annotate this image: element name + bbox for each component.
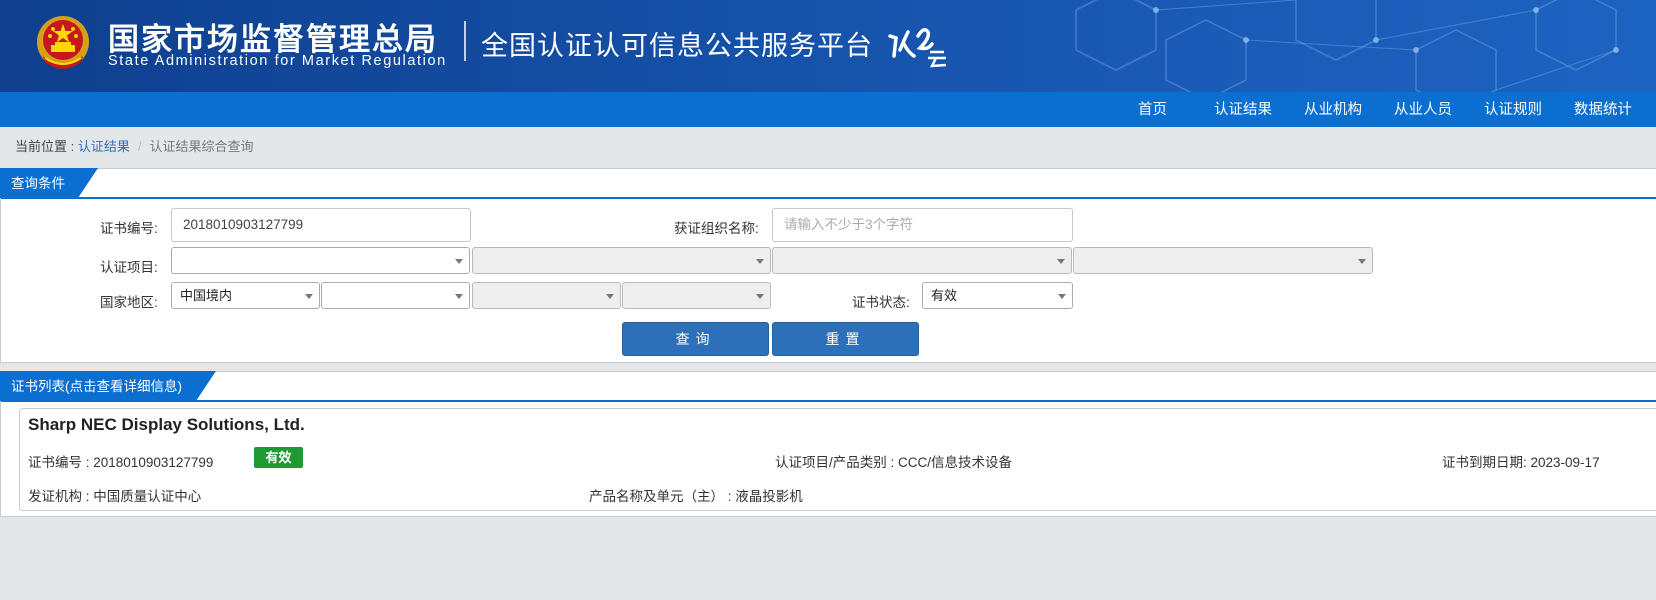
breadcrumb-separator: / — [137, 139, 142, 154]
chevron-down-icon — [756, 259, 764, 264]
result-issuer-value: 中国质量认证中心 — [93, 489, 202, 504]
result-project-value: CCC/信息技术设备 — [898, 455, 1013, 470]
panel-header-line — [1, 400, 1656, 402]
cert-status-select[interactable]: 有效 — [922, 282, 1073, 309]
chevron-down-icon — [1358, 259, 1366, 264]
nav-institutions[interactable]: 从业机构 — [1304, 92, 1362, 127]
result-cert-no: 证书编号 : 2018010903127799 — [28, 451, 213, 471]
region-select-2[interactable] — [321, 282, 470, 309]
platform-title: 全国认证认可信息公共服务平台 — [481, 31, 873, 62]
cert-project-select-2[interactable] — [472, 247, 771, 274]
org-name-input[interactable]: 请输入不少于3个字符 — [772, 208, 1073, 242]
cert-status-label: 证书状态: — [852, 295, 910, 310]
result-product: 产品名称及单元（主） : 液晶投影机 — [589, 485, 803, 505]
cert-no-label: 证书编号: — [100, 221, 158, 236]
result-product-value: 液晶投影机 — [735, 489, 803, 504]
result-cert-no-value: 2018010903127799 — [93, 455, 214, 470]
agency-title-en: State Administration for Market Regulati… — [108, 53, 447, 69]
result-project: 认证项目/产品类别 : CCC/信息技术设备 — [775, 451, 1012, 471]
region-select-3[interactable] — [472, 282, 621, 309]
hexagon-network-decoration — [1075, 0, 1619, 92]
national-emblem-icon — [37, 16, 89, 69]
main-nav: 首页 认证结果 从业机构 从业人员 认证规则 数据统计 — [0, 92, 1656, 127]
chevron-down-icon — [305, 294, 313, 299]
title-divider — [464, 21, 466, 61]
nav-practitioners[interactable]: 从业人员 — [1394, 92, 1452, 127]
breadcrumb-prefix: 当前位置 : — [15, 139, 78, 154]
region-label: 国家地区: — [100, 295, 158, 310]
reset-button[interactable]: 重置 — [772, 322, 919, 356]
search-button[interactable]: 查询 — [622, 322, 769, 356]
cert-list-title: 证书列表(点击查看详细信息) — [0, 371, 216, 401]
cert-project-select-3[interactable] — [772, 247, 1072, 274]
query-panel-title: 查询条件 — [0, 168, 98, 198]
nav-statistics[interactable]: 数据统计 — [1574, 92, 1632, 127]
result-company-name[interactable]: Sharp NEC Display Solutions, Ltd. — [28, 415, 305, 435]
chevron-down-icon — [1057, 259, 1065, 264]
region-select-1[interactable]: 中国境内 — [171, 282, 320, 309]
cert-status-value: 有效 — [931, 288, 958, 303]
breadcrumb-link-results[interactable]: 认证结果 — [78, 139, 130, 154]
result-expiry-value: 2023-09-17 — [1530, 455, 1600, 470]
result-expiry: 证书到期日期: 2023-09-17 — [1442, 451, 1600, 471]
breadcrumb: 当前位置 : 认证结果 / 认证结果综合查询 — [15, 136, 254, 155]
nav-cert-results[interactable]: 认证结果 — [1214, 92, 1272, 127]
cert-project-label: 认证项目: — [100, 260, 158, 275]
region-select-value: 中国境内 — [180, 288, 233, 303]
result-expiry-label: 证书到期日期: — [1442, 455, 1531, 470]
status-badge: 有效 — [254, 447, 303, 468]
chevron-down-icon — [606, 294, 614, 299]
nav-cert-rules[interactable]: 认证规则 — [1484, 92, 1542, 127]
org-name-label: 获证组织名称: — [674, 221, 759, 236]
region-select-4[interactable] — [622, 282, 771, 309]
site-banner: 国家市场监督管理总局 State Administration for Mark… — [0, 0, 1656, 92]
chevron-down-icon — [455, 259, 463, 264]
chevron-down-icon — [455, 294, 463, 299]
panel-header-line — [1, 197, 1656, 199]
result-issuer: 发证机构 : 中国质量认证中心 — [28, 485, 201, 505]
cert-project-select-4[interactable] — [1073, 247, 1373, 274]
result-product-label: 产品名称及单元（主） : — [589, 489, 736, 504]
breadcrumb-current: 认证结果综合查询 — [149, 139, 254, 154]
result-project-label: 认证项目/产品类别 : — [775, 455, 899, 470]
result-cert-no-label: 证书编号 : — [28, 455, 94, 470]
chevron-down-icon — [1058, 294, 1066, 299]
nav-home[interactable]: 首页 — [1138, 92, 1167, 127]
result-issuer-label: 发证机构 : — [28, 489, 94, 504]
platform-logo-icon: 认云 — [888, 28, 947, 68]
cert-no-input[interactable]: 2018010903127799 — [171, 208, 471, 242]
cert-project-select-1[interactable] — [171, 247, 470, 274]
chevron-down-icon — [756, 294, 764, 299]
